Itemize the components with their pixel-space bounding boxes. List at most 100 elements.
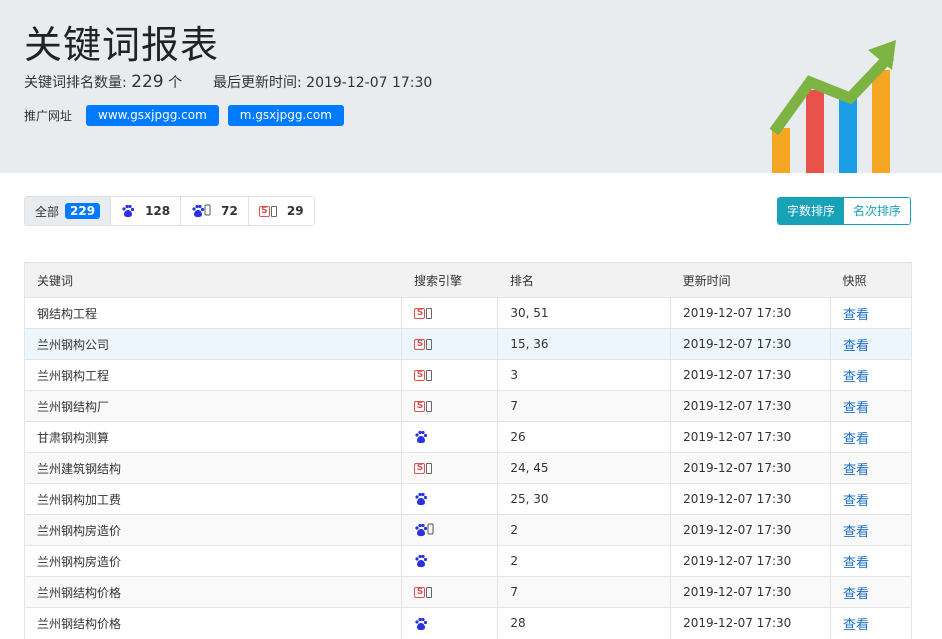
promo-label: 推广网址 (24, 109, 73, 123)
cell-keyword: 兰州钢结构价格 (24, 607, 403, 639)
cell-snapshot: 查看 (830, 545, 912, 577)
cell-snapshot: 查看 (830, 297, 912, 329)
table-row: 钢结构工程 S 30, 51 2019-12-07 17:30 查看 (24, 297, 912, 329)
cell-engine: S (401, 452, 499, 484)
cell-rank: 26 (497, 421, 672, 453)
table-row: 兰州钢构工程 S 3 2019-12-07 17:30 查看 (24, 359, 912, 391)
cell-engine (401, 545, 499, 577)
filter-baidu-mobile-count: 72 (221, 204, 238, 218)
cell-rank: 3 (497, 359, 672, 391)
filter-baidu[interactable]: 128 (111, 197, 182, 225)
baidu-icon (122, 204, 135, 218)
sort-toggle: 字数排序 名次排序 (777, 197, 912, 225)
col-rank: 排名 (497, 262, 671, 298)
cell-time: 2019-12-07 17:30 (670, 328, 832, 360)
filter-all[interactable]: 全部 229 (25, 197, 112, 225)
sort-by-length-button[interactable]: 字数排序 (778, 198, 845, 224)
so-mobile-icon: S (258, 205, 277, 217)
cell-time: 2019-12-07 17:30 (670, 359, 832, 391)
cell-snapshot: 查看 (830, 483, 912, 515)
view-snapshot-link[interactable]: 查看 (843, 463, 869, 478)
cell-keyword: 兰州钢构加工费 (24, 483, 403, 515)
baidu-icon (414, 430, 428, 444)
cell-engine: S (401, 297, 499, 329)
page-title: 关键词报表 (24, 23, 220, 67)
url-button-mobile[interactable]: m.gsxjpgg.com (227, 105, 344, 126)
view-snapshot-link[interactable]: 查看 (843, 432, 869, 447)
table-row: 兰州钢构房造价 2 2019-12-07 17:30 查看 (24, 514, 912, 546)
cell-rank: 25, 30 (497, 483, 672, 515)
cell-engine: S (401, 359, 499, 391)
url-button-pc[interactable]: www.gsxjpgg.com (86, 105, 219, 126)
view-snapshot-link[interactable]: 查看 (843, 494, 869, 509)
view-snapshot-link[interactable]: 查看 (843, 370, 869, 385)
table-row: 兰州钢结构厂 S 7 2019-12-07 17:30 查看 (24, 390, 912, 422)
table-row: 兰州钢结构价格 28 2019-12-07 17:30 查看 (24, 607, 912, 639)
cell-engine (401, 607, 499, 639)
cell-engine: S (401, 390, 499, 422)
cell-snapshot: 查看 (830, 328, 912, 360)
table-header-row: 关键词 搜索引擎 排名 更新时间 快照 (24, 262, 912, 298)
cell-rank: 15, 36 (497, 328, 672, 360)
cell-time: 2019-12-07 17:30 (670, 576, 832, 608)
cell-keyword: 兰州钢结构价格 (24, 576, 403, 608)
cell-keyword: 钢结构工程 (24, 297, 403, 329)
filter-baidu-mobile[interactable]: 72 (181, 197, 249, 225)
count-label: 关键词排名数量: (24, 75, 127, 91)
baidu-mobile-icon (192, 204, 211, 218)
report-header: 关键词报表 关键词排名数量: 229 个 最后更新时间: 2019-12-07 … (0, 0, 942, 173)
view-snapshot-link[interactable]: 查看 (843, 525, 869, 540)
cell-rank: 24, 45 (497, 452, 672, 484)
cell-snapshot: 查看 (830, 514, 912, 546)
col-snapshot: 快照 (830, 262, 912, 298)
cell-rank: 28 (497, 607, 672, 639)
filter-baidu-count: 128 (145, 204, 171, 218)
baidu-icon (414, 616, 428, 630)
filter-all-label: 全部 (35, 204, 60, 219)
cell-rank: 2 (497, 545, 672, 577)
table-row: 甘肃钢构测算 26 2019-12-07 17:30 查看 (24, 421, 912, 453)
so-mobile-icon: S (414, 370, 433, 381)
cell-engine (401, 514, 499, 546)
view-snapshot-link[interactable]: 查看 (843, 401, 869, 416)
table-row: 兰州钢结构价格 S 7 2019-12-07 17:30 查看 (24, 576, 912, 608)
stats-line: 关键词排名数量: 229 个 最后更新时间: 2019-12-07 17:30 (24, 72, 432, 92)
col-engine: 搜索引擎 (401, 262, 498, 298)
cell-time: 2019-12-07 17:30 (670, 514, 832, 546)
cell-time: 2019-12-07 17:30 (670, 421, 832, 453)
cell-time: 2019-12-07 17:30 (670, 297, 832, 329)
baidu-icon (414, 554, 428, 568)
count-unit: 个 (168, 75, 183, 91)
cell-snapshot: 查看 (830, 607, 912, 639)
cell-keyword: 兰州钢结构厂 (24, 390, 403, 422)
so-mobile-icon: S (414, 401, 433, 412)
update-label: 最后更新时间: (212, 75, 302, 91)
cell-rank: 2 (497, 514, 672, 546)
cell-keyword: 兰州钢构工程 (24, 359, 403, 391)
view-snapshot-link[interactable]: 查看 (843, 587, 869, 602)
cell-snapshot: 查看 (830, 359, 912, 391)
count-value: 229 (131, 72, 164, 92)
filter-so-mobile[interactable]: S 29 (248, 197, 314, 225)
cell-snapshot: 查看 (830, 421, 912, 453)
col-time: 更新时间 (670, 262, 831, 298)
table-row: 兰州钢构公司 S 15, 36 2019-12-07 17:30 查看 (24, 328, 912, 360)
filter-all-count: 229 (65, 203, 101, 219)
cell-snapshot: 查看 (830, 390, 912, 422)
cell-keyword: 甘肃钢构测算 (24, 421, 403, 453)
sort-by-rank-button[interactable]: 名次排序 (844, 198, 911, 224)
cell-snapshot: 查看 (830, 452, 912, 484)
cell-rank: 7 (497, 576, 672, 608)
view-snapshot-link[interactable]: 查看 (843, 339, 869, 354)
view-snapshot-link[interactable]: 查看 (843, 308, 869, 323)
cell-keyword: 兰州建筑钢结构 (24, 452, 403, 484)
promo-urls: 推广网址 www.gsxjpgg.com m.gsxjpgg.com (24, 105, 353, 126)
cell-snapshot: 查看 (830, 576, 912, 608)
cell-time: 2019-12-07 17:30 (670, 607, 832, 639)
cell-engine: S (401, 576, 499, 608)
update-value: 2019-12-07 17:30 (306, 75, 433, 91)
view-snapshot-link[interactable]: 查看 (843, 556, 869, 571)
cell-engine: S (401, 328, 499, 360)
table-row: 兰州钢构加工费 25, 30 2019-12-07 17:30 查看 (24, 483, 912, 515)
engine-filter-group: 全部 229 128 72 S 29 (24, 196, 315, 226)
